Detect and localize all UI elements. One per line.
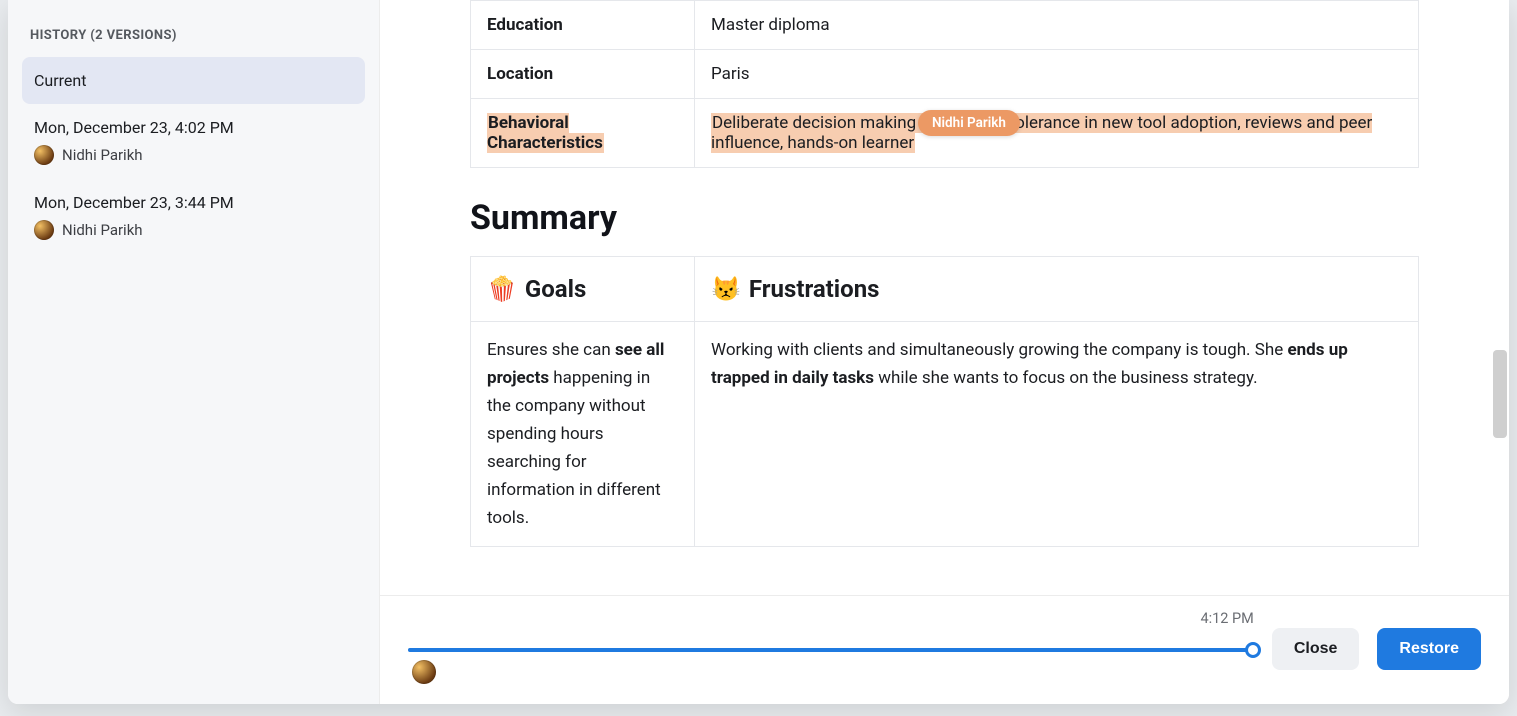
avatar — [34, 220, 54, 240]
pouting-cat-icon: 😾 — [711, 275, 741, 303]
table-row: Education Master diploma — [471, 1, 1419, 50]
table-row: Location Paris — [471, 50, 1419, 99]
persona-info-table: Education Master diploma Location Paris … — [470, 0, 1419, 168]
row-label: Education — [471, 1, 695, 50]
version-author: Nidhi Parikh — [62, 221, 143, 239]
popcorn-icon: 🍿 — [487, 275, 517, 303]
timeline-time: 4:12 PM — [1200, 610, 1253, 627]
version-meta: Nidhi Parikh — [34, 220, 353, 240]
goals-header: 🍿Goals — [471, 257, 695, 322]
frustrations-cell: Working with clients and simultaneously … — [695, 322, 1419, 547]
footer-bar: 4:12 PM Close Restore — [380, 595, 1509, 704]
close-button[interactable]: Close — [1272, 628, 1360, 670]
version-author: Nidhi Parikh — [62, 146, 143, 164]
history-version-2[interactable]: Mon, December 23, 3:44 PM Nidhi Parikh — [22, 179, 365, 254]
avatar — [34, 145, 54, 165]
restore-button[interactable]: Restore — [1377, 628, 1481, 670]
timeline-track[interactable] — [408, 648, 1254, 652]
version-label: Mon, December 23, 3:44 PM — [34, 193, 353, 212]
history-version-1[interactable]: Mon, December 23, 4:02 PM Nidhi Parikh — [22, 104, 365, 179]
summary-table: 🍿Goals 😾Frustrations Ensures she can see… — [470, 256, 1419, 547]
timeline-fill — [408, 648, 1254, 652]
timeline[interactable]: 4:12 PM — [408, 610, 1254, 688]
frustrations-header: 😾Frustrations — [695, 257, 1419, 322]
info-table-wrap: Education Master diploma Location Paris … — [470, 0, 1419, 168]
version-label: Current — [34, 71, 353, 90]
row-value: Master diploma — [695, 1, 1419, 50]
timeline-handle[interactable] — [1245, 642, 1261, 658]
goals-cell: Ensures she can see all projects happeni… — [471, 322, 695, 547]
main-panel: Education Master diploma Location Paris … — [380, 0, 1509, 704]
scrollbar-thumb[interactable] — [1493, 350, 1507, 438]
version-meta: Nidhi Parikh — [34, 145, 353, 165]
row-label: Behavioral Characteristics — [471, 99, 695, 168]
avatar — [412, 660, 436, 684]
row-label: Location — [471, 50, 695, 99]
version-history-modal: HISTORY (2 VERSIONS) Current Mon, Decemb… — [8, 0, 1509, 704]
row-value: Deliberate decision makingolerance in ne… — [695, 99, 1419, 168]
history-version-current[interactable]: Current — [22, 57, 365, 104]
edit-author-badge[interactable]: Nidhi Parikh — [918, 110, 1020, 136]
history-sidebar: HISTORY (2 VERSIONS) Current Mon, Decemb… — [8, 0, 380, 704]
summary-row: Ensures she can see all projects happeni… — [471, 322, 1419, 547]
row-value: Paris — [695, 50, 1419, 99]
history-title: HISTORY (2 VERSIONS) — [22, 18, 365, 57]
version-label: Mon, December 23, 4:02 PM — [34, 118, 353, 137]
document-content: Education Master diploma Location Paris … — [380, 0, 1509, 595]
summary-heading: Summary — [470, 198, 1419, 238]
